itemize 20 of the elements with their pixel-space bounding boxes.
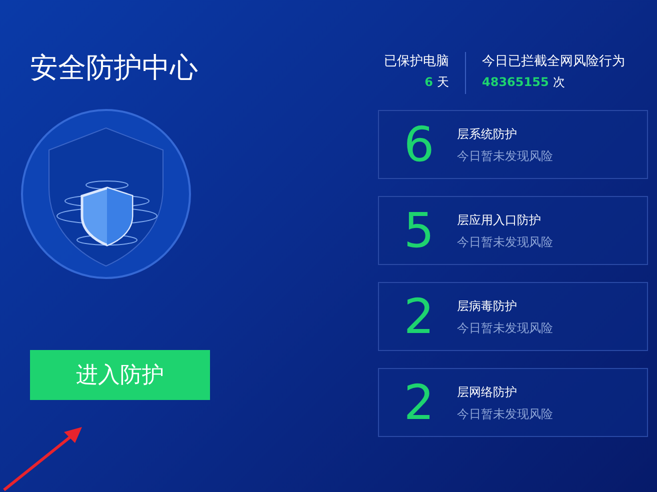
enter-protection-button[interactable]: 进入防护: [30, 350, 210, 400]
layer-status: 今日暂未发现风险: [457, 234, 553, 250]
layer-name: 层病毒防护: [457, 298, 518, 314]
stat-unit: 次: [552, 74, 565, 91]
layer-status: 今日暂未发现风险: [457, 406, 553, 422]
stat-unit: 天: [437, 74, 449, 91]
stat-label: 今日已拦截全网风险行为: [482, 53, 625, 71]
layer-count: 2: [402, 292, 436, 342]
layer-name: 层网络防护: [457, 384, 518, 400]
layer-count: 6: [402, 120, 436, 170]
layer-count: 2: [402, 378, 436, 428]
layer-count: 5: [402, 206, 436, 256]
stat-label: 已保护电脑: [384, 53, 449, 71]
stat-value: 48365155: [482, 74, 549, 91]
layer-status: 今日暂未发现风险: [457, 320, 553, 336]
layer-status: 今日暂未发现风险: [457, 148, 553, 164]
page-title: 安全防护中心: [30, 50, 198, 86]
layer-name: 层系统防护: [457, 126, 518, 142]
layer-name: 层应用入口防护: [457, 212, 542, 228]
stat-value: 6: [424, 74, 433, 91]
